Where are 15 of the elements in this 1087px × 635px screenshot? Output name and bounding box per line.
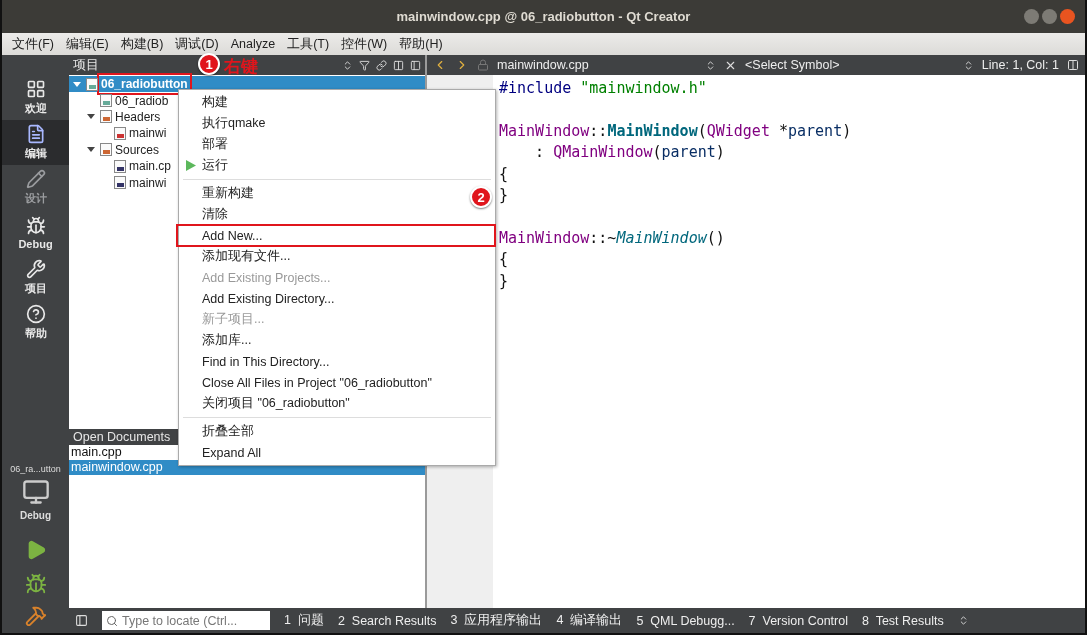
code-line: : QMainWindow(parent) xyxy=(534,143,726,164)
cursor-position: Line: 1, Col: 1 xyxy=(981,58,1059,72)
code-line: MainWindow::~MainWindow() xyxy=(499,228,726,249)
window-title: mainwindow.cpp @ 06_radiobutton - Qt Creator xyxy=(396,9,691,24)
code-line: { xyxy=(499,250,510,271)
panel-title: Open Documents xyxy=(73,430,171,444)
code-line: MainWindow::MainWindow(QWidget *parent) xyxy=(499,121,853,142)
code-line: } xyxy=(499,185,510,206)
code-line: { xyxy=(499,164,510,185)
annotation-note: 右键 xyxy=(224,56,258,78)
code-line: #include "mainwindow.h" xyxy=(499,79,708,99)
project-name: 06_ra...utton xyxy=(10,464,61,474)
build-config: Debug xyxy=(19,510,52,521)
code-line: } xyxy=(499,271,510,292)
panel-title: 项目 xyxy=(73,56,99,74)
